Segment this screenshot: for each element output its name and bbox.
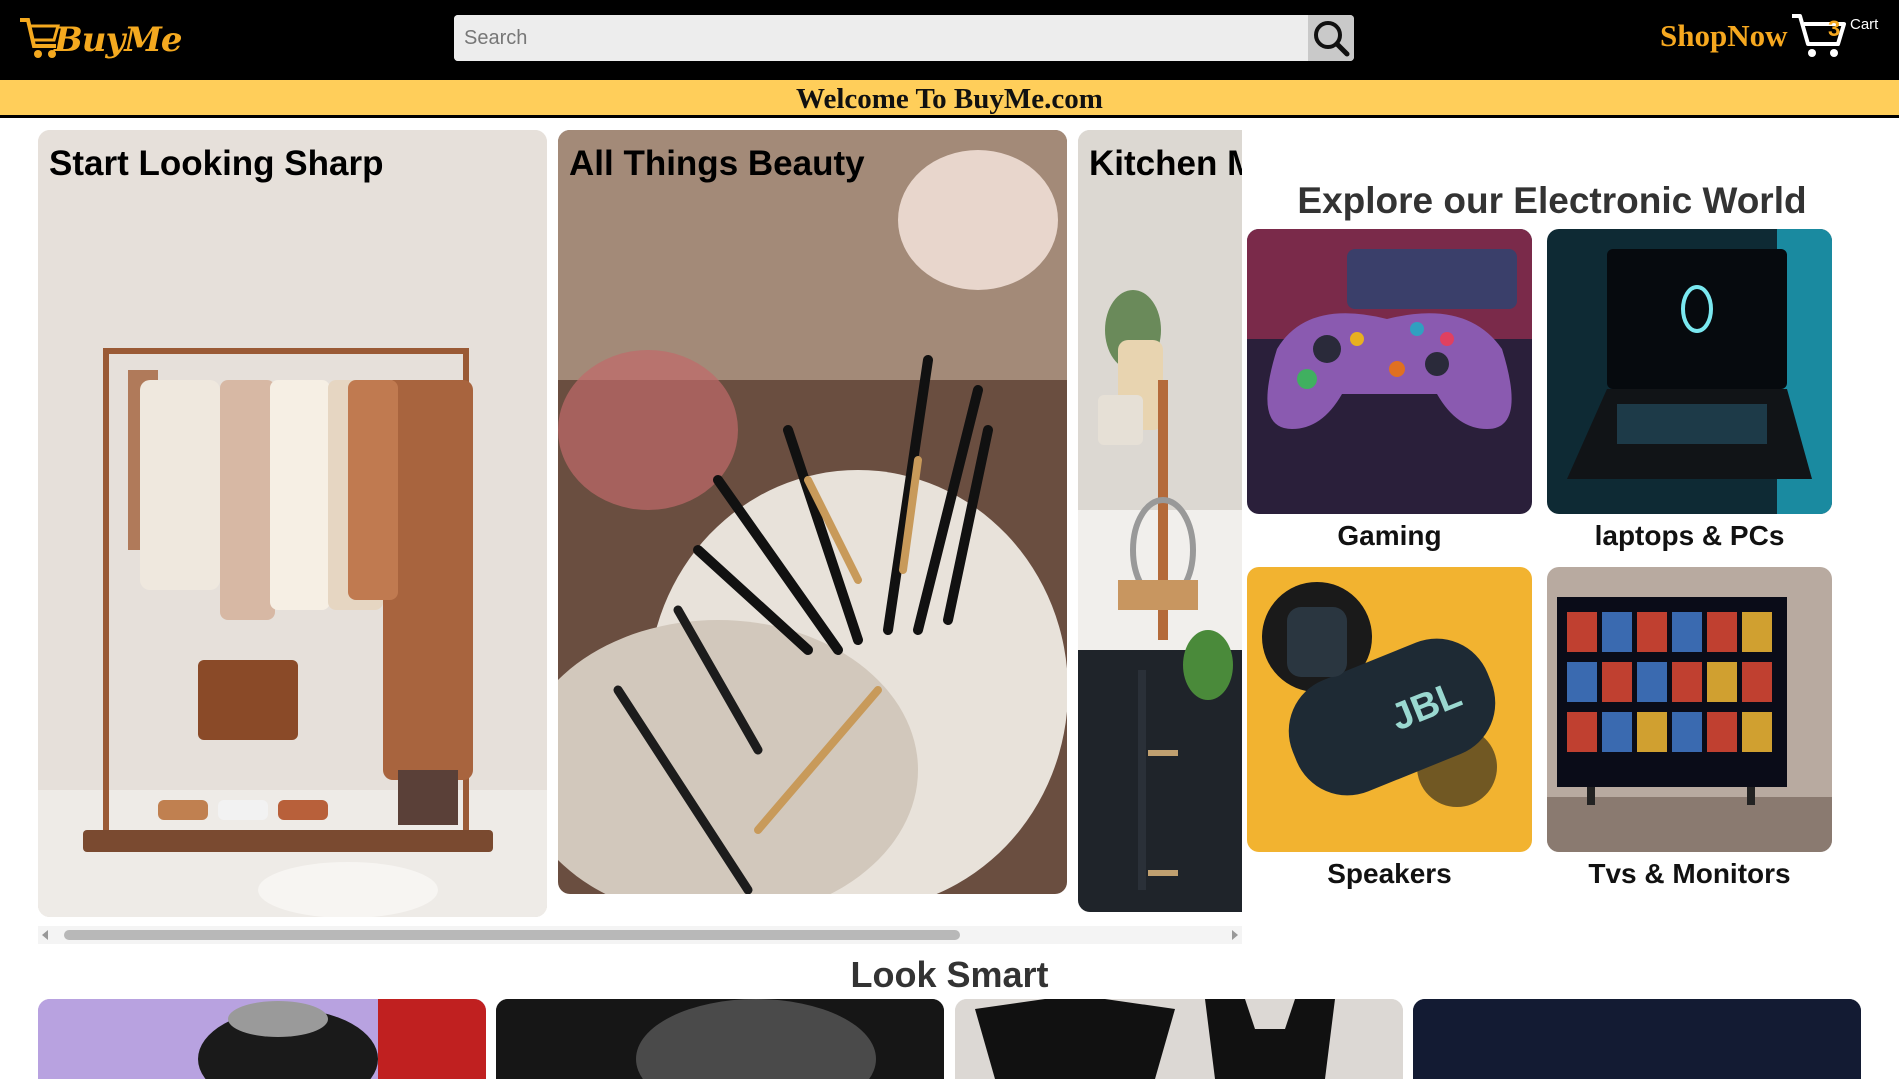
- search-icon: [1314, 21, 1350, 57]
- cart-button[interactable]: 3 Cart: [1790, 10, 1878, 65]
- search-input[interactable]: [454, 15, 1308, 61]
- tile-label: Tvs & Monitors: [1588, 858, 1791, 889]
- electronics-section-title: Explore our Electronic World: [1297, 180, 1807, 221]
- category-carousel[interactable]: Start Looking Sharp All Things Beauty Ki…: [38, 130, 1242, 920]
- makeup-brushes-image: [558, 130, 1067, 894]
- cart-label: Cart: [1850, 16, 1879, 33]
- carousel-scrollbar[interactable]: [38, 926, 1242, 944]
- laptop-icon: [1547, 229, 1832, 514]
- dark-apparel-image: [1413, 999, 1861, 1079]
- speaker-image: JBL: [1247, 567, 1532, 852]
- gaming-image: [1247, 229, 1532, 514]
- laptop-image: [1547, 229, 1832, 514]
- carousel-card-title: Kitchen M: [1089, 144, 1242, 183]
- logo-text: BuyMe: [54, 20, 182, 60]
- tshirt-image: [955, 999, 1403, 1079]
- look-card-1[interactable]: [38, 999, 486, 1079]
- carousel-card-beauty[interactable]: All Things Beauty: [558, 130, 1067, 894]
- electronics-tile-gaming[interactable]: Gaming: [1247, 229, 1532, 552]
- look-smart-title: Look Smart: [850, 954, 1049, 995]
- kitchen-image: [1078, 130, 1242, 912]
- search-button[interactable]: [1308, 15, 1354, 61]
- electronics-tile-tvs[interactable]: Tvs & Monitors: [1547, 567, 1832, 890]
- look-card-4[interactable]: [1413, 999, 1861, 1079]
- shop-now-link[interactable]: ShopNow: [1660, 18, 1788, 54]
- tile-label: Gaming: [1337, 520, 1442, 551]
- electronics-tile-speakers[interactable]: JBL Speakers: [1247, 567, 1532, 890]
- welcome-text: Welcome To BuyMe.com: [796, 83, 1103, 115]
- site-logo[interactable]: BuyMe: [18, 12, 182, 64]
- cart-icon: [1792, 14, 1846, 57]
- speaker-icon: JBL: [1247, 567, 1532, 852]
- welcome-banner: Welcome To BuyMe.com: [0, 80, 1899, 118]
- accessory-image: [38, 999, 486, 1079]
- carousel-card-kitchen[interactable]: Kitchen M: [1078, 130, 1242, 912]
- scroll-left-icon[interactable]: [42, 930, 48, 940]
- cart-count-badge: 3: [1828, 16, 1841, 41]
- look-card-3[interactable]: [955, 999, 1403, 1079]
- scroll-right-icon[interactable]: [1232, 930, 1238, 940]
- tile-label: laptops & PCs: [1594, 520, 1785, 551]
- tv-icon: [1547, 567, 1832, 852]
- tv-image: [1547, 567, 1832, 852]
- search-bar: [454, 15, 1354, 61]
- tile-label: Speakers: [1327, 858, 1452, 889]
- carousel-card-title: Start Looking Sharp: [49, 144, 384, 183]
- scroll-thumb[interactable]: [64, 930, 960, 940]
- clothing-rack-image: [38, 130, 547, 917]
- look-card-2[interactable]: [496, 999, 944, 1079]
- electronics-tile-laptops[interactable]: laptops & PCs: [1547, 229, 1832, 552]
- top-navbar: BuyMe ShopNow 3 Cart: [0, 0, 1899, 80]
- watch-image: [496, 999, 944, 1079]
- carousel-card-fashion[interactable]: Start Looking Sharp: [38, 130, 547, 917]
- gamepad-icon: [1247, 229, 1532, 514]
- carousel-card-title: All Things Beauty: [569, 144, 865, 183]
